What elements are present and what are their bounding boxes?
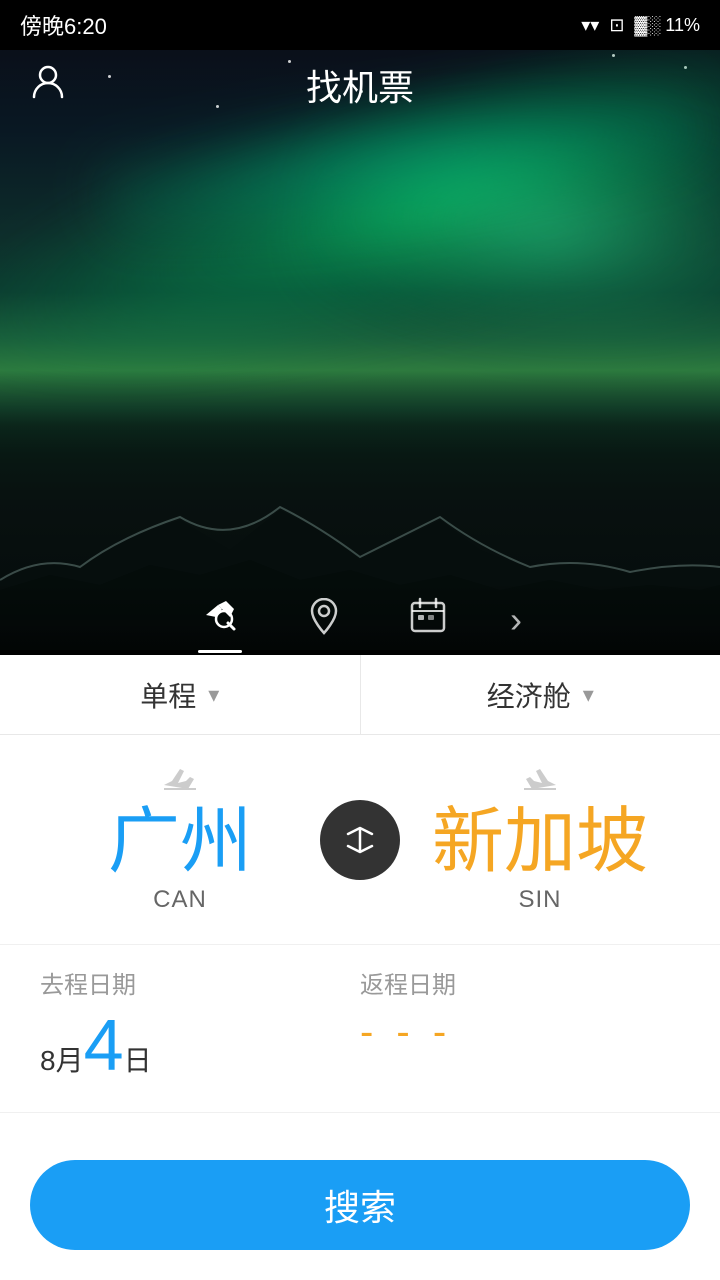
feature-tabs: › — [0, 580, 720, 660]
selectors-row: 单程 ▾ 经济舱 ▾ — [0, 655, 720, 735]
departure-date-selector[interactable]: 去程日期 8月4日 — [40, 965, 360, 1082]
route-selection-row: 广州 CAN 新加坡 SIN — [0, 735, 720, 945]
to-city-name: 新加坡 — [432, 806, 648, 878]
to-city-selector[interactable]: 新加坡 SIN — [400, 765, 680, 914]
page-title: 找机票 — [306, 59, 414, 111]
destination-icon — [302, 593, 346, 647]
departure-icon — [162, 765, 198, 800]
status-icons: ▾▾ ⊡ ▓░ 11% — [581, 15, 700, 36]
airplane-search-icon — [198, 593, 242, 647]
trip-type-selector[interactable]: 单程 ▾ — [0, 655, 361, 734]
departure-date-label: 去程日期 — [40, 965, 360, 1000]
cabin-class-label: 经济舱 — [487, 675, 571, 715]
return-date-selector[interactable]: 返程日期 - - - — [360, 965, 680, 1082]
from-city-name: 广州 — [108, 806, 252, 878]
trip-type-chevron: ▾ — [208, 682, 219, 708]
departure-date-value: 8月4日 — [40, 1010, 360, 1082]
tab-destination[interactable] — [302, 593, 346, 647]
calendar-icon — [406, 593, 450, 647]
cabin-class-selector[interactable]: 经济舱 ▾ — [361, 655, 720, 734]
from-city-selector[interactable]: 广州 CAN — [40, 765, 320, 914]
status-bar: 傍晚6:20 ▾▾ ⊡ ▓░ 11% — [0, 0, 720, 50]
battery-icon: ▓░ 11% — [634, 15, 700, 36]
return-date-value: - - - — [360, 1010, 680, 1055]
user-profile-icon[interactable] — [30, 63, 66, 107]
wifi-icon: ▾▾ — [581, 15, 599, 36]
search-button-wrapper: 搜索 — [30, 1160, 690, 1250]
from-city-code: CAN — [153, 886, 207, 914]
search-flights-button[interactable]: 搜索 — [30, 1160, 690, 1250]
signal-icon: ⊡ — [609, 15, 624, 36]
status-time: 傍晚6:20 — [20, 9, 107, 41]
tab-calendar[interactable] — [406, 593, 450, 647]
trip-type-label: 单程 — [140, 675, 196, 715]
search-form-card: 单程 ▾ 经济舱 ▾ 广州 CAN — [0, 655, 720, 1280]
date-selection-row: 去程日期 8月4日 返程日期 - - - — [0, 945, 720, 1113]
return-date-label: 返程日期 — [360, 965, 680, 1000]
cabin-class-chevron: ▾ — [583, 682, 594, 708]
arrival-icon — [522, 765, 558, 800]
more-tabs-chevron[interactable]: › — [510, 599, 522, 641]
tab-flight-search[interactable] — [198, 593, 242, 647]
app-header: 找机票 — [0, 50, 720, 120]
swap-route-button[interactable] — [320, 800, 400, 880]
to-city-code: SIN — [518, 886, 561, 914]
